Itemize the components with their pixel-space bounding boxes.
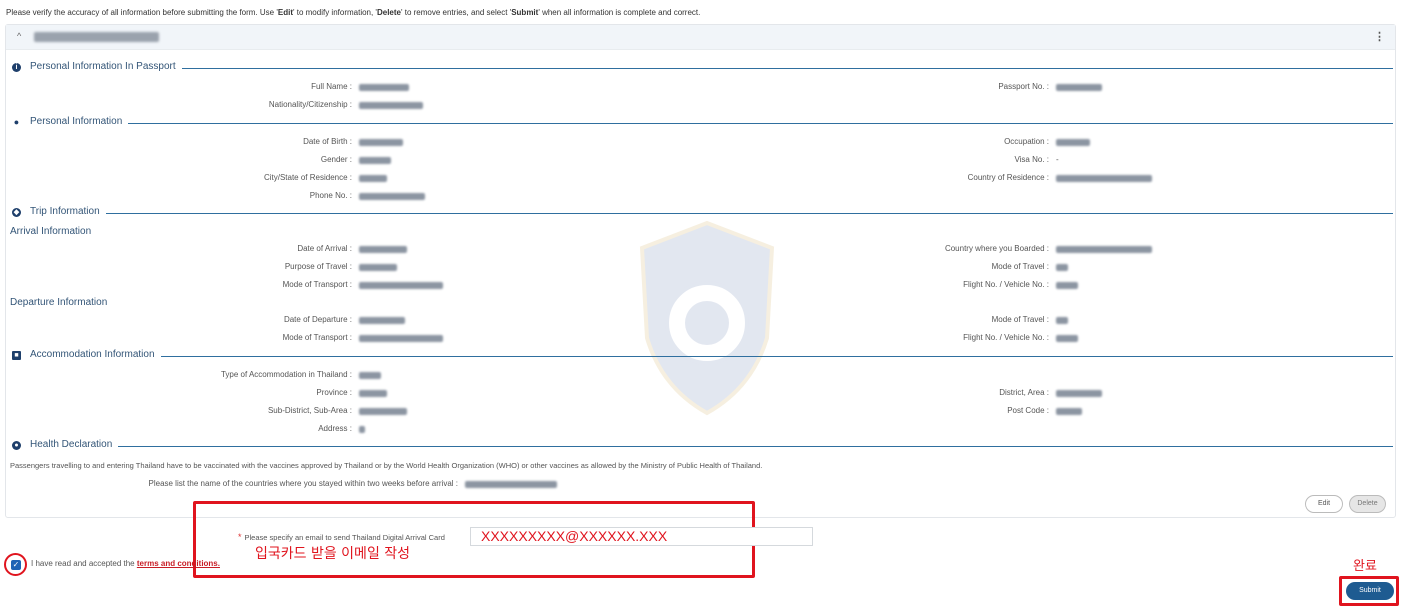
email-field-value: XXXXXXXXX@XXXXXX.XXX bbox=[481, 528, 668, 544]
value-gender bbox=[359, 157, 391, 164]
value-full-name bbox=[359, 84, 409, 91]
label-mode-travel-arrival: Mode of Travel : bbox=[991, 262, 1049, 271]
value-subdistrict bbox=[359, 408, 407, 415]
label-passport-no: Passport No. : bbox=[998, 82, 1049, 91]
annotation-done-note: 완료 bbox=[1353, 559, 1377, 574]
value-address bbox=[359, 426, 365, 433]
kebab-menu-icon[interactable]: ⋮ bbox=[1374, 30, 1385, 43]
traveler-card-header[interactable]: ^ ⋮ bbox=[6, 25, 1395, 50]
subhead-departure: Departure Information bbox=[10, 297, 108, 308]
value-visa-no: - bbox=[1056, 155, 1059, 164]
health-declaration-text: Passengers travelling to and entering Th… bbox=[10, 461, 763, 470]
value-nationality bbox=[359, 102, 423, 109]
label-full-name: Full Name : bbox=[311, 82, 352, 91]
info-icon: i bbox=[12, 63, 21, 72]
value-mode-travel-arrival bbox=[1056, 264, 1068, 271]
label-address: Address : bbox=[318, 424, 352, 433]
email-field-label: * Please specify an email to send Thailan… bbox=[238, 532, 445, 542]
label-purpose: Purpose of Travel : bbox=[284, 262, 352, 271]
instruction-notice: Please verify the accuracy of all inform… bbox=[6, 8, 701, 17]
label-gender: Gender : bbox=[320, 155, 352, 164]
label-mode-travel-departure: Mode of Travel : bbox=[991, 315, 1049, 324]
value-mode-transport-departure bbox=[359, 335, 443, 342]
value-country-boarded bbox=[1056, 246, 1152, 253]
section-title-passport: Personal Information In Passport bbox=[30, 61, 182, 72]
value-occupation bbox=[1056, 139, 1090, 146]
label-province: Province : bbox=[316, 388, 352, 397]
person-icon: ● bbox=[13, 117, 20, 127]
edit-button[interactable]: Edit bbox=[1305, 495, 1343, 513]
section-title-accommodation: Accommodation Information bbox=[30, 349, 161, 360]
section-title-personal: Personal Information bbox=[30, 116, 129, 127]
label-flight-departure: Flight No. / Vehicle No. : bbox=[963, 333, 1049, 342]
label-mode-transport-departure: Mode of Transport : bbox=[282, 333, 352, 342]
traveler-card: ^ ⋮ i Personal Information In Passport F… bbox=[5, 24, 1396, 518]
label-subdistrict: Sub-District, Sub-Area : bbox=[267, 406, 352, 415]
value-phone bbox=[359, 193, 425, 200]
label-date-departure: Date of Departure : bbox=[283, 315, 352, 324]
label-postcode: Post Code : bbox=[1007, 406, 1049, 415]
building-icon: ■ bbox=[12, 351, 21, 360]
section-trip: ◆ Trip Information bbox=[6, 205, 1397, 221]
label-countries-stayed: Please list the name of the countries wh… bbox=[148, 479, 459, 488]
label-nationality: Nationality/Citizenship : bbox=[268, 100, 352, 109]
label-country-boarded: Country where you Boarded : bbox=[944, 244, 1049, 253]
value-countries-stayed bbox=[465, 481, 557, 488]
value-accom-type bbox=[359, 372, 381, 379]
police-badge-watermark-icon bbox=[639, 220, 775, 416]
shield-icon: ● bbox=[12, 441, 21, 450]
value-dob bbox=[359, 139, 403, 146]
value-city bbox=[359, 175, 387, 182]
value-passport-no bbox=[1056, 84, 1102, 91]
section-personal: ● Personal Information bbox=[6, 115, 1397, 131]
value-flight-departure bbox=[1056, 335, 1078, 342]
label-phone: Phone No. : bbox=[309, 191, 352, 200]
label-accom-type: Type of Accommodation in Thailand : bbox=[220, 370, 352, 379]
value-province bbox=[359, 390, 387, 397]
delete-button[interactable]: Delete bbox=[1349, 495, 1386, 513]
label-dob: Date of Birth : bbox=[303, 137, 352, 146]
terms-checkbox[interactable]: ✓ bbox=[11, 560, 21, 570]
value-date-arrival bbox=[359, 246, 407, 253]
subhead-arrival: Arrival Information bbox=[10, 226, 92, 237]
section-title-health: Health Declaration bbox=[30, 439, 119, 450]
label-occupation: Occupation : bbox=[1004, 137, 1049, 146]
label-visa-no: Visa No. : bbox=[1014, 155, 1049, 164]
submit-button[interactable]: Submit bbox=[1346, 582, 1394, 600]
chevron-up-icon[interactable]: ^ bbox=[17, 31, 21, 41]
value-date-departure bbox=[359, 317, 405, 324]
label-date-arrival: Date of Arrival : bbox=[297, 244, 352, 253]
section-passport: i Personal Information In Passport bbox=[6, 60, 1397, 76]
globe-icon: ◆ bbox=[12, 208, 21, 217]
traveler-name-redacted bbox=[34, 32, 159, 42]
label-country-residence: Country of Residence : bbox=[967, 173, 1049, 182]
terms-text: I have read and accepted the terms and c… bbox=[31, 559, 220, 568]
label-city: City/State of Residence : bbox=[263, 173, 352, 182]
value-purpose bbox=[359, 264, 397, 271]
value-country-residence bbox=[1056, 175, 1152, 182]
section-title-trip: Trip Information bbox=[30, 206, 106, 217]
value-postcode bbox=[1056, 408, 1082, 415]
label-mode-transport-arrival: Mode of Transport : bbox=[282, 280, 352, 289]
value-mode-travel-departure bbox=[1056, 317, 1068, 324]
section-health: ● Health Declaration bbox=[6, 438, 1397, 454]
value-mode-transport-arrival bbox=[359, 282, 443, 289]
value-district bbox=[1056, 390, 1102, 397]
annotation-email-note: 입국카드 받을 이메일 작성 bbox=[255, 546, 411, 562]
terms-link[interactable]: terms and conditions. bbox=[137, 559, 220, 568]
label-district: District, Area : bbox=[999, 388, 1049, 397]
section-accommodation: ■ Accommodation Information bbox=[6, 348, 1397, 364]
label-flight-arrival: Flight No. / Vehicle No. : bbox=[963, 280, 1049, 289]
value-flight-arrival bbox=[1056, 282, 1078, 289]
